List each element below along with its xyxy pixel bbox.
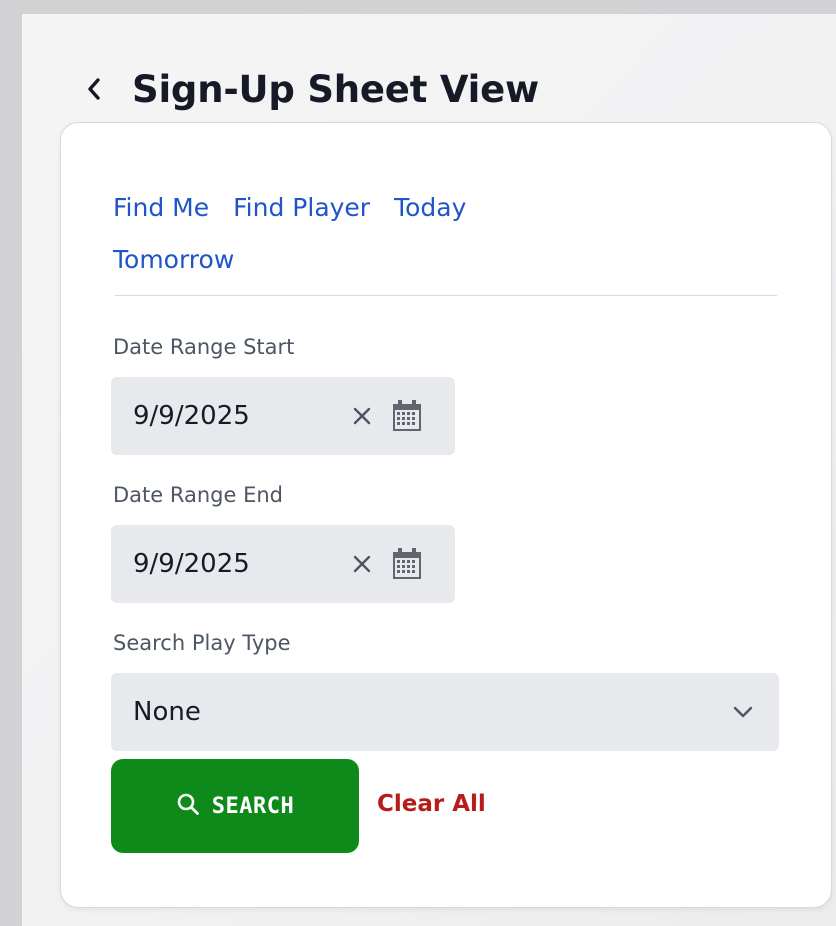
date-range-end-label: Date Range End [113,483,284,507]
quick-links: Find Me Find Player Today Tomorrow [113,185,593,283]
close-icon[interactable] [349,403,375,429]
search-play-type-label: Search Play Type [113,631,291,655]
divider [115,295,777,296]
date-range-start-value[interactable]: 9/9/2025 [133,401,333,431]
calendar-icon[interactable] [391,399,423,433]
page-title: Sign-Up Sheet View [132,67,540,111]
today-link[interactable]: Today [394,185,466,231]
page-header: Sign-Up Sheet View [80,54,539,124]
find-player-link[interactable]: Find Player [233,185,370,231]
search-card: Find Me Find Player Today Tomorrow Date … [60,122,832,908]
chevron-left-icon[interactable] [74,69,114,109]
date-range-end-field[interactable]: 9/9/2025 [111,525,455,603]
clear-all-link[interactable]: Clear All [377,791,486,817]
tomorrow-link[interactable]: Tomorrow [113,237,234,283]
date-range-end-value[interactable]: 9/9/2025 [133,549,333,579]
search-icon [176,792,200,821]
app-screen: Sign-Up Sheet View Find Me Find Player T… [22,14,836,926]
date-range-start-field[interactable]: 9/9/2025 [111,377,455,455]
chevron-down-icon[interactable] [731,700,755,724]
find-me-link[interactable]: Find Me [113,185,209,231]
search-button-label: SEARCH [211,793,295,819]
search-button[interactable]: SEARCH [111,759,359,853]
search-play-type-select[interactable]: None [111,673,779,751]
search-play-type-value: None [133,697,201,727]
close-icon[interactable] [349,551,375,577]
date-range-start-label: Date Range Start [113,335,295,359]
calendar-icon[interactable] [391,547,423,581]
